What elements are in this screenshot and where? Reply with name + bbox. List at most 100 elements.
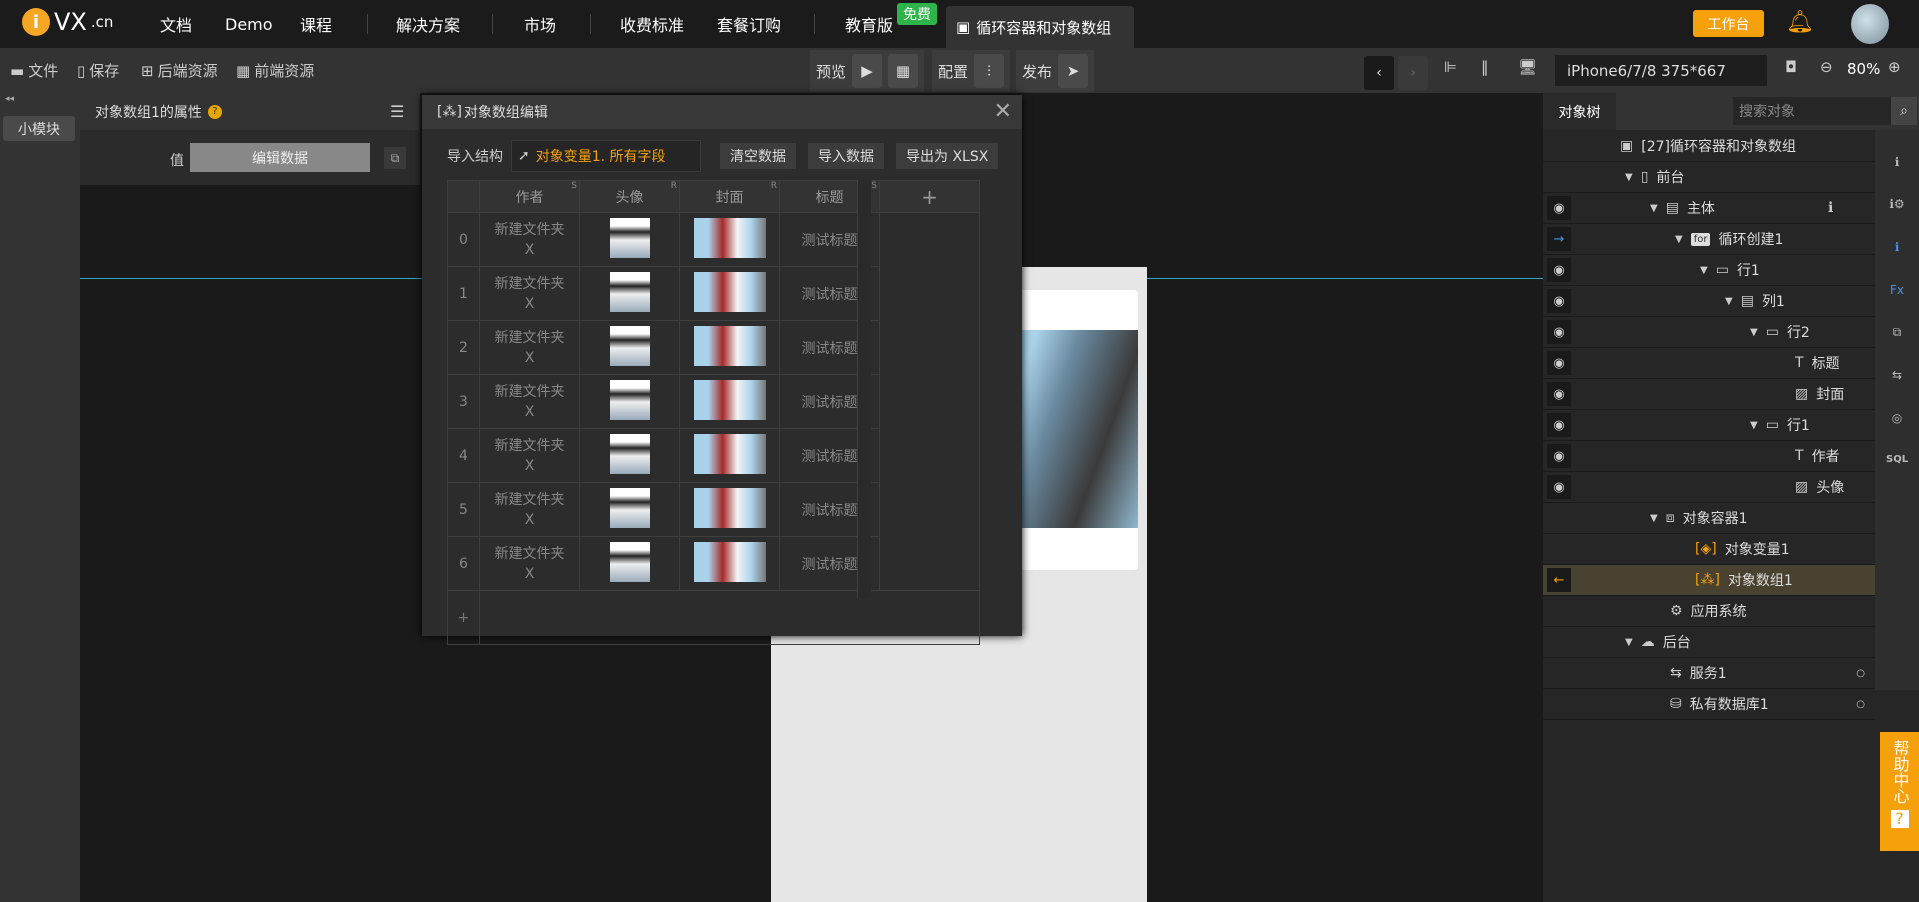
save-button[interactable]: ▯ 保存	[77, 60, 119, 81]
collapse-icon[interactable]: ◂◂	[5, 94, 14, 104]
edit-data-button[interactable]: 编辑数据	[190, 143, 370, 172]
export-xlsx-button[interactable]: 导出为 XLSX	[896, 143, 999, 169]
table-scrollbar[interactable]	[857, 180, 871, 598]
add-column-button[interactable]: +	[879, 180, 980, 213]
arrow-right-icon[interactable]: →	[1547, 227, 1571, 251]
help-icon[interactable]: ?	[207, 104, 222, 119]
align-icon[interactable]: ⊫	[1444, 58, 1457, 76]
cover-cell[interactable]	[679, 212, 780, 267]
avatar-cell[interactable]	[579, 374, 680, 429]
zoom-in-icon[interactable]: ⊕	[1888, 58, 1901, 76]
author-cell[interactable]: 新建文件夹X	[479, 374, 580, 429]
tree-item[interactable]: → ▼ for 循环创建1	[1543, 224, 1875, 255]
tree-item[interactable]: ▼ ▯ 前台	[1543, 162, 1875, 193]
author-cell[interactable]: 新建文件夹X	[479, 482, 580, 537]
eye-icon[interactable]: ◉	[1547, 196, 1571, 220]
sliders-icon[interactable]: ⫶	[974, 54, 1005, 88]
nav-demo[interactable]: Demo	[225, 0, 273, 48]
author-cell[interactable]: 新建文件夹X	[479, 320, 580, 375]
function-icon[interactable]: Fx	[1886, 283, 1908, 303]
info-icon[interactable]: ℹ	[1886, 155, 1908, 175]
menu-icon[interactable]: ☰	[390, 102, 404, 121]
caret-down-icon[interactable]: ▼	[1650, 513, 1658, 524]
refresh-info-icon[interactable]: ◎	[1886, 411, 1908, 431]
tree-item[interactable]: ⛁ 私有数据库1 ○	[1543, 689, 1875, 720]
close-icon[interactable]: ✕	[994, 99, 1012, 124]
device-icon[interactable]: 🖥︎	[1518, 58, 1537, 76]
tree-item[interactable]: ◉ ▼ ▤ 主体 ℹ	[1543, 193, 1875, 224]
cover-cell[interactable]	[679, 482, 780, 537]
clear-data-button[interactable]: 清空数据	[720, 143, 796, 169]
help-center-button[interactable]: 帮助中心?	[1880, 732, 1919, 851]
tree-item[interactable]: ◉ ▨ 头像	[1543, 472, 1875, 503]
avatar-cell[interactable]	[579, 482, 680, 537]
nav-solutions[interactable]: 解决方案	[396, 0, 460, 48]
caret-down-icon[interactable]: ▼	[1675, 234, 1683, 245]
search-input[interactable]: 搜索对象	[1733, 97, 1893, 125]
tree-item[interactable]: ◉ ▼ ▭ 行2	[1543, 317, 1875, 348]
nav-edu[interactable]: 教育版	[845, 0, 893, 48]
eye-icon[interactable]: ◉	[1547, 320, 1571, 344]
workbench-button[interactable]: 工作台	[1693, 10, 1764, 37]
column-header[interactable]: 封面 R	[679, 180, 780, 213]
column-header[interactable]: 头像 R	[579, 180, 680, 213]
eye-icon[interactable]: ◉	[1547, 475, 1571, 499]
screenshot-icon[interactable]: ◘	[1785, 58, 1797, 76]
file-button[interactable]: ▬ 文件	[10, 60, 58, 81]
copy-icon[interactable]: ⧉	[384, 147, 406, 169]
back-icon[interactable]: ‹	[1364, 56, 1394, 90]
events-icon[interactable]: ℹ	[1886, 240, 1908, 260]
author-cell[interactable]: 新建文件夹X	[479, 536, 580, 591]
backend-resources-button[interactable]: ⊞ 后端资源	[141, 60, 218, 81]
caret-down-icon[interactable]: ▼	[1650, 203, 1658, 214]
eye-icon[interactable]: ◉	[1547, 444, 1571, 468]
frontend-resources-button[interactable]: ▦ 前端资源	[236, 60, 314, 81]
transfer-icon[interactable]: ⇆	[1886, 368, 1908, 388]
search-icon[interactable]: ⌕	[1891, 97, 1917, 125]
eye-icon[interactable]: ◉	[1547, 382, 1571, 406]
tree-item[interactable]: ◉ T 标题	[1543, 348, 1875, 379]
author-cell[interactable]: 新建文件夹X	[479, 428, 580, 483]
eye-icon[interactable]: ◉	[1547, 413, 1571, 437]
avatar[interactable]	[1851, 4, 1889, 44]
avatar-cell[interactable]	[579, 266, 680, 321]
tree-item[interactable]: ◉ ▼ ▭ 行1	[1543, 255, 1875, 286]
caret-down-icon[interactable]: ▼	[1750, 327, 1758, 338]
import-data-button[interactable]: 导入数据	[808, 143, 884, 169]
play-icon[interactable]: ▶	[852, 54, 883, 88]
column-header[interactable]: 作者 S	[479, 180, 580, 213]
tab-object-tree[interactable]: 对象树	[1543, 93, 1616, 130]
avatar-cell[interactable]	[579, 212, 680, 267]
eye-icon[interactable]: ◉	[1547, 351, 1571, 375]
send-icon[interactable]: ➤	[1058, 54, 1089, 88]
sql-icon[interactable]: SQL	[1886, 454, 1908, 474]
author-cell[interactable]: 新建文件夹X	[479, 212, 580, 267]
info-icon[interactable]: ℹ	[1828, 200, 1833, 216]
caret-down-icon[interactable]: ▼	[1750, 420, 1758, 431]
info-settings-icon[interactable]: ℹ⚙	[1886, 197, 1908, 217]
zoom-out-icon[interactable]: ⊖	[1820, 58, 1833, 76]
nav-subscribe[interactable]: 套餐订购	[717, 0, 781, 48]
tree-item[interactable]: ▼ ⧈ 对象容器1	[1543, 503, 1875, 534]
avatar-cell[interactable]	[579, 428, 680, 483]
nav-market[interactable]: 市场	[524, 0, 556, 48]
forward-icon[interactable]: ›	[1398, 56, 1428, 90]
avatar-cell[interactable]	[579, 320, 680, 375]
nav-pricing[interactable]: 收费标准	[620, 0, 684, 48]
tab-project[interactable]: ▣ 循环容器和对象数组	[946, 6, 1134, 48]
eye-icon[interactable]: ◉	[1547, 289, 1571, 313]
caret-down-icon[interactable]: ▼	[1625, 637, 1633, 648]
tree-item[interactable]: ◉ T 作者	[1543, 441, 1875, 472]
tree-item[interactable]: ◉ ▼ ▤ 列1	[1543, 286, 1875, 317]
nav-course[interactable]: 课程	[300, 0, 332, 48]
add-row-button[interactable]: +	[447, 590, 480, 645]
cover-cell[interactable]	[679, 266, 780, 321]
eye-icon[interactable]: ◉	[1547, 258, 1571, 282]
avatar-cell[interactable]	[579, 536, 680, 591]
tree-item[interactable]: ▣ [27]循环容器和对象数组	[1543, 131, 1875, 162]
qrcode-icon[interactable]: ▦	[888, 54, 919, 88]
tree-item[interactable]: [◈] 对象变量1	[1543, 534, 1875, 565]
tree-item[interactable]: ◉ ▨ 封面	[1543, 379, 1875, 410]
logo[interactable]: i VX .cn	[22, 8, 113, 36]
cover-cell[interactable]	[679, 374, 780, 429]
